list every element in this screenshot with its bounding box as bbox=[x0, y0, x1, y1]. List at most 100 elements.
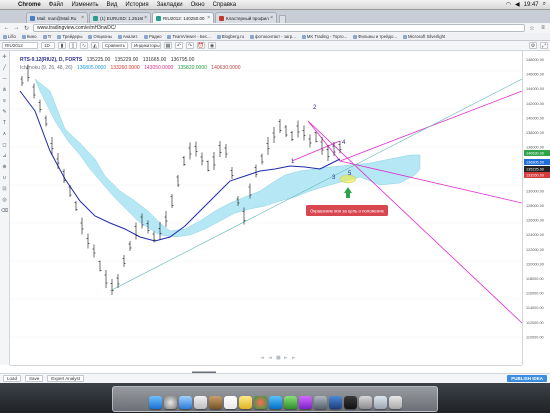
pattern-tool-icon[interactable]: ∧ bbox=[2, 131, 8, 137]
scroll-control-icon[interactable]: ► bbox=[284, 355, 288, 361]
menu-history[interactable]: История bbox=[121, 2, 152, 8]
menu-view[interactable]: Вид bbox=[103, 2, 122, 8]
bookmark-item[interactable]: Кино bbox=[21, 34, 37, 39]
menu-edit[interactable]: Изменить bbox=[67, 2, 102, 8]
bookmark-item[interactable]: Фильмы и трейдо... bbox=[353, 34, 397, 39]
area-style-icon[interactable]: ◭ bbox=[91, 42, 99, 49]
lock-icon[interactable]: ⊡ bbox=[2, 186, 8, 192]
facetime-icon[interactable] bbox=[283, 396, 297, 409]
fib-tool-icon[interactable]: ≡ bbox=[2, 98, 8, 104]
chrome-menu-icon[interactable]: ≡ bbox=[539, 25, 547, 31]
publish-idea-button[interactable]: PUBLISH IDEA bbox=[507, 375, 547, 382]
launchpad-icon[interactable] bbox=[163, 396, 177, 409]
bookmark-item[interactable]: Lifio bbox=[3, 34, 16, 39]
bookmark-item[interactable]: фотоконтакт - загр... bbox=[250, 34, 296, 39]
downloads-folder-icon[interactable] bbox=[373, 396, 387, 409]
load-button[interactable]: Load bbox=[3, 375, 22, 382]
magnet-icon[interactable]: ∪ bbox=[2, 175, 8, 181]
menu-window[interactable]: Окно bbox=[187, 2, 209, 8]
save-button[interactable]: Save bbox=[25, 375, 44, 382]
star-icon[interactable]: ☆ bbox=[528, 25, 536, 32]
volume-icon[interactable]: ◀ bbox=[515, 1, 520, 8]
safari-icon[interactable] bbox=[178, 396, 192, 409]
compare-button[interactable]: Сравнить bbox=[102, 42, 128, 49]
shapes-tool-icon[interactable]: ◻ bbox=[2, 142, 8, 148]
trash-icon[interactable]: ⌫ bbox=[1, 208, 8, 214]
system-preferences-icon[interactable] bbox=[313, 396, 327, 409]
pitchfork-tool-icon[interactable]: ⋔ bbox=[2, 87, 8, 93]
candles-style-icon[interactable]: ▯ bbox=[69, 42, 77, 49]
indicators-button[interactable]: Индикаторы bbox=[131, 42, 161, 49]
measure-tool-icon[interactable]: ⊿ bbox=[2, 153, 8, 159]
notes-icon[interactable] bbox=[238, 396, 252, 409]
spotlight-icon[interactable]: ⌕ bbox=[543, 1, 546, 8]
menu-file[interactable]: Файл bbox=[45, 2, 68, 8]
address-bar[interactable]: www.tradingview.com/e/mH3nwDC/ bbox=[33, 24, 525, 32]
price-scale[interactable]: 148000.00 146000.00 144000.00 142000.00 1400… bbox=[522, 51, 550, 365]
back-icon[interactable]: ← bbox=[3, 25, 10, 31]
chrome-icon[interactable] bbox=[253, 396, 267, 409]
scroll-control-icon[interactable]: ◄ bbox=[260, 355, 264, 361]
symbol-input[interactable]: RIU2012 bbox=[2, 42, 38, 49]
bars-style-icon[interactable]: ▮ bbox=[58, 42, 66, 49]
scroll-control-icon[interactable]: ◄ bbox=[268, 355, 272, 361]
terminal-icon[interactable] bbox=[343, 396, 357, 409]
mail-icon[interactable] bbox=[193, 396, 207, 409]
settings-icon[interactable]: ⚙ bbox=[529, 42, 537, 49]
interval-select[interactable]: 1D bbox=[41, 42, 55, 49]
time-scale[interactable]: MayJunJulAugSepOctNov2012-07-12 bbox=[10, 365, 522, 379]
menu-help[interactable]: Справка bbox=[209, 2, 241, 8]
app-store-icon[interactable] bbox=[328, 396, 342, 409]
browser-tab[interactable]: Кластерный профиль × bbox=[215, 12, 277, 23]
bookmark-item[interactable]: Blogberg.ru bbox=[216, 34, 244, 39]
calendar-icon[interactable] bbox=[223, 396, 237, 409]
snapshot-icon[interactable]: ◉ bbox=[208, 42, 216, 49]
trash-can-icon[interactable] bbox=[388, 396, 402, 409]
bookmark-item[interactable]: Опционы bbox=[88, 34, 112, 39]
close-tab-icon[interactable]: × bbox=[270, 15, 273, 21]
reload-icon[interactable]: ↻ bbox=[23, 25, 30, 32]
legend-ichimoku-label[interactable]: Ichimoku (9, 26, 48, 26) bbox=[20, 65, 73, 71]
bookmark-item[interactable]: TeamViewer - Бес... bbox=[167, 34, 211, 39]
menu-bookmarks[interactable]: Закладки bbox=[153, 2, 187, 8]
expert-analyst-button[interactable]: Expert Analyst bbox=[47, 375, 85, 382]
menu-chrome[interactable]: Chrome bbox=[14, 2, 45, 8]
text-tool-icon[interactable]: T bbox=[2, 120, 8, 126]
scroll-control-icon[interactable]: ■ bbox=[276, 355, 281, 361]
line-style-icon[interactable]: ∿ bbox=[80, 42, 88, 49]
finder-icon[interactable] bbox=[148, 396, 162, 409]
close-tab-icon[interactable]: × bbox=[144, 15, 147, 21]
bookmark-item[interactable]: Аналит. bbox=[117, 34, 138, 39]
chart-canvas[interactable]: Окрашение вон за цепь о положение24135◄ ◄… bbox=[10, 51, 523, 365]
bookmark-item[interactable]: Трейдеры bbox=[57, 34, 82, 39]
template-icon[interactable]: ▦ bbox=[164, 42, 172, 49]
browser-tab[interactable]: (1) EURUSD: 1.25168 × bbox=[89, 12, 151, 23]
zoom-tool-icon[interactable]: ⊕ bbox=[2, 164, 8, 170]
wifi-icon[interactable]: ◠ bbox=[506, 1, 511, 8]
itunes-icon[interactable] bbox=[298, 396, 312, 409]
chart-pane[interactable]: Окрашение вон за цепь о положение 2 4 1 3 5 ◄ ◄… bbox=[10, 51, 523, 365]
alert-icon[interactable]: ⏰ bbox=[197, 42, 205, 49]
skype-icon[interactable] bbox=[268, 396, 282, 409]
undo-icon[interactable]: ↶ bbox=[175, 42, 183, 49]
legend-symbol[interactable]: RTS-9.12(RIU2), D, FORTS bbox=[20, 57, 82, 63]
scroll-control-icon[interactable]: ► bbox=[292, 355, 296, 361]
clock[interactable]: 19:47 bbox=[524, 2, 539, 8]
bookmark-item[interactable]: Радио bbox=[144, 34, 161, 39]
preview-icon[interactable] bbox=[358, 396, 372, 409]
redo-icon[interactable]: ↷ bbox=[186, 42, 194, 49]
forward-icon[interactable]: → bbox=[13, 25, 20, 31]
trendline-tool-icon[interactable]: ╱ bbox=[2, 65, 8, 71]
close-tab-icon[interactable]: × bbox=[81, 15, 84, 21]
bookmark-item[interactable]: Tr bbox=[42, 34, 51, 39]
new-tab-button[interactable] bbox=[279, 15, 286, 23]
contacts-icon[interactable] bbox=[208, 396, 222, 409]
close-tab-icon[interactable]: × bbox=[207, 15, 210, 21]
horizontal-line-tool-icon[interactable]: ─ bbox=[2, 76, 8, 82]
cursor-icon[interactable]: ✛ bbox=[2, 54, 8, 60]
browser-tab-active[interactable]: RIU2012: 140250.00 ▼ × bbox=[152, 12, 214, 23]
bookmark-item[interactable]: Microsoft Silverlight bbox=[402, 34, 445, 39]
bookmark-item[interactable]: MK Trading - Торго... bbox=[301, 34, 347, 39]
browser-tab[interactable]: Mail: mari@Mail.Ru × bbox=[26, 12, 88, 23]
eye-icon[interactable]: ◎ bbox=[2, 197, 8, 203]
